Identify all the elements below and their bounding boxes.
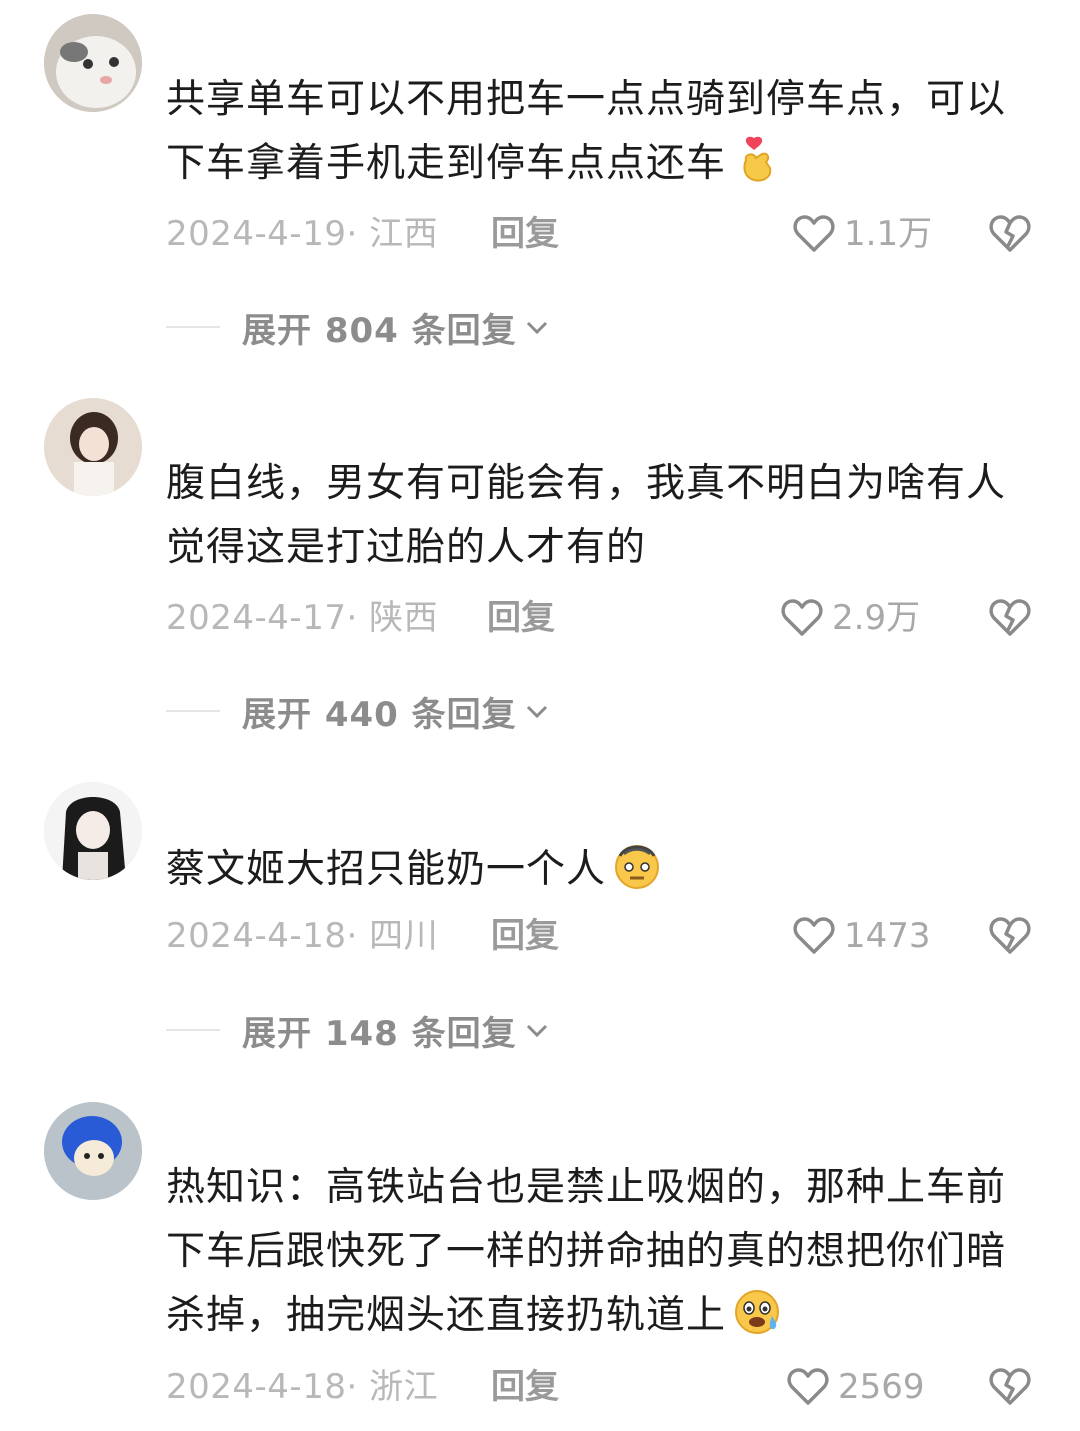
avatar[interactable] [44, 1102, 142, 1200]
reply-button[interactable]: 回复 [491, 206, 559, 262]
avatar[interactable] [44, 14, 142, 112]
like-button[interactable]: 1473 [792, 908, 931, 964]
crying-sweat-emoji-icon [732, 1286, 782, 1336]
like-count: 2.9万 [832, 598, 921, 638]
expand-replies-label: 展开 148 条回复 [242, 1013, 517, 1054]
comment-meta: 2024-4-19· 江西 回复 1.1万 [166, 206, 1046, 262]
dizzy-face-emoji-icon [612, 840, 662, 890]
heart-outline-icon [793, 917, 835, 954]
expand-replies-button[interactable]: 展开 804 条回复 [166, 302, 551, 352]
comment-text: 腹白线，男女有可能会有，我真不明白为啥有人觉得这是打过胎的人才有的 [166, 461, 1007, 570]
like-button[interactable]: 2569 [786, 1359, 925, 1415]
like-count: 2569 [838, 1367, 925, 1407]
expand-replies-label: 展开 804 条回复 [242, 310, 517, 351]
heart-outline-icon [793, 215, 835, 252]
like-count: 1.1万 [844, 214, 933, 254]
broken-heart-icon[interactable] [988, 596, 1032, 640]
divider [166, 710, 220, 712]
broken-heart-icon[interactable] [988, 212, 1032, 256]
broken-heart-icon[interactable] [988, 914, 1032, 958]
reply-button[interactable]: 回复 [491, 908, 559, 964]
reply-button[interactable]: 回复 [487, 590, 555, 646]
reply-button[interactable]: 回复 [491, 1359, 559, 1415]
avatar[interactable] [44, 398, 142, 496]
chevron-down-icon [526, 705, 547, 719]
comment-meta: 2024-4-17· 陕西 回复 2.9万 [166, 590, 1046, 646]
comment-meta: 2024-4-18· 四川 回复 1473 [166, 908, 1046, 964]
divider [166, 1029, 220, 1031]
comment-date-location: 2024-4-18· 浙江 [166, 1367, 439, 1407]
comment-date-location: 2024-4-19· 江西 [166, 214, 439, 254]
comment-text: 共享单车可以不用把车一点点骑到停车点，可以下车拿着手机走到停车点点还车 [166, 77, 1007, 186]
like-count: 1473 [844, 916, 931, 956]
finger-heart-emoji-icon [732, 134, 782, 184]
heart-outline-icon [787, 1368, 829, 1405]
heart-outline-icon [781, 599, 823, 636]
broken-heart-icon[interactable] [988, 1365, 1032, 1409]
comment-date-location: 2024-4-18· 四川 [166, 916, 439, 956]
avatar[interactable] [44, 782, 142, 880]
chevron-down-icon [526, 321, 547, 335]
expand-replies-label: 展开 440 条回复 [242, 694, 517, 735]
comment-date-location: 2024-4-17· 陕西 [166, 598, 439, 638]
like-button[interactable]: 2.9万 [780, 590, 920, 646]
divider [166, 326, 220, 328]
like-button[interactable]: 1.1万 [792, 206, 932, 262]
comment-text: 蔡文姬大招只能奶一个人 [166, 838, 1036, 902]
chevron-down-icon [526, 1024, 547, 1038]
comment-text: 热知识：高铁站台也是禁止吸烟的，那种上车前下车后跟快死了一样的拼命抽的真的想把你… [166, 1165, 1007, 1338]
expand-replies-button[interactable]: 展开 148 条回复 [166, 1005, 551, 1055]
comment-meta: 2024-4-18· 浙江 回复 2569 [166, 1359, 1046, 1415]
expand-replies-button[interactable]: 展开 440 条回复 [166, 686, 551, 736]
